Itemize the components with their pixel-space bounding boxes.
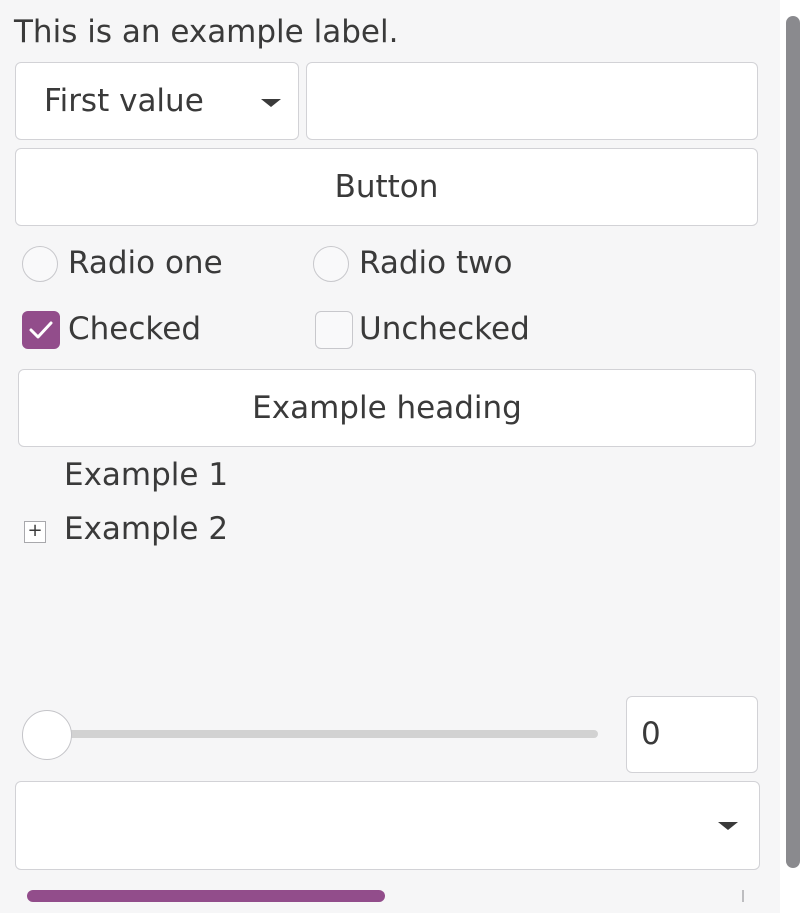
horizontal-scrollbar-end xyxy=(742,890,744,902)
unchecked-checkbox[interactable] xyxy=(315,311,353,349)
checked-checkbox[interactable] xyxy=(22,311,60,349)
spin-value: 0 xyxy=(641,716,661,752)
chevron-down-icon xyxy=(718,822,738,830)
horizontal-scrollbar-thumb[interactable] xyxy=(27,890,385,902)
vertical-scrollbar-thumb[interactable] xyxy=(786,16,800,868)
slider-handle[interactable] xyxy=(22,710,72,760)
value-combo[interactable]: First value xyxy=(15,62,299,140)
checkmark-icon xyxy=(29,321,53,339)
bottom-combo[interactable] xyxy=(15,781,760,870)
unchecked-label[interactable]: Unchecked xyxy=(359,307,530,351)
chevron-down-icon xyxy=(261,99,281,107)
radio-two-button[interactable] xyxy=(313,246,349,282)
tree-item-example-2[interactable]: Example 2 xyxy=(64,507,228,551)
expand-icon[interactable]: + xyxy=(24,521,46,543)
slider-track[interactable] xyxy=(40,730,598,738)
combo-value: First value xyxy=(44,83,204,119)
radio-two-label[interactable]: Radio two xyxy=(359,241,512,285)
example-button[interactable]: Button xyxy=(15,148,758,226)
radio-one-button[interactable] xyxy=(22,246,58,282)
example-heading-button[interactable]: Example heading xyxy=(18,369,756,447)
radio-one-label[interactable]: Radio one xyxy=(68,241,223,285)
example-label: This is an example label. xyxy=(14,14,399,50)
main-panel: This is an example label. First value Bu… xyxy=(0,0,780,913)
tree-item-example-1[interactable]: Example 1 xyxy=(64,453,228,497)
text-entry[interactable] xyxy=(306,62,758,140)
spin-button[interactable]: 0 xyxy=(626,696,758,773)
checked-label[interactable]: Checked xyxy=(68,307,201,351)
